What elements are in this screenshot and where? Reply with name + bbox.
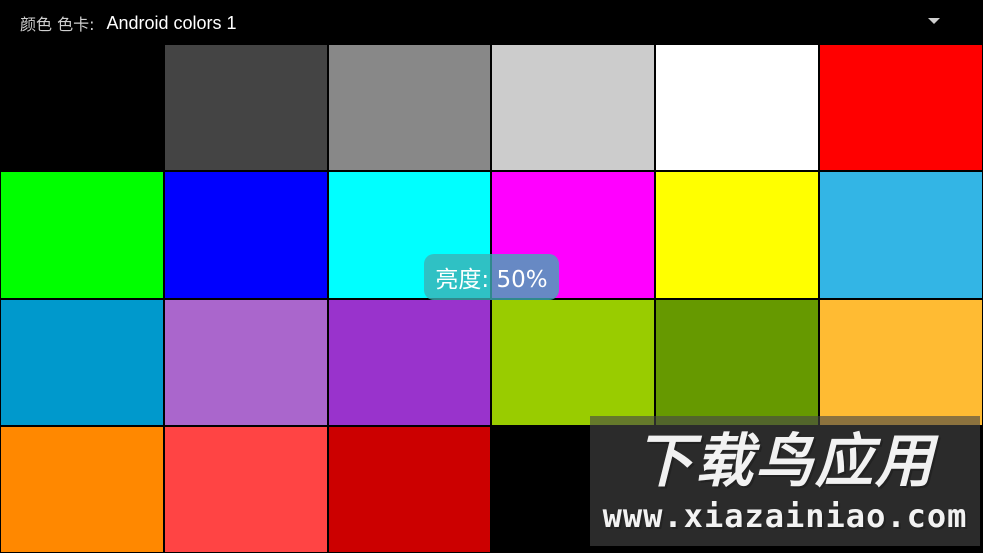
- palette-selector-value[interactable]: Android colors 1: [106, 13, 236, 34]
- swatch-holo-purple-light[interactable]: [164, 299, 327, 425]
- swatch-holo-blue-dark[interactable]: [1, 299, 163, 425]
- watermark-title: 下载鸟应用: [634, 427, 935, 495]
- swatch-red[interactable]: [820, 45, 982, 171]
- swatch-white[interactable]: [656, 45, 819, 171]
- swatch-holo-orange-light[interactable]: [820, 299, 982, 425]
- swatch-holo-green-light[interactable]: [492, 299, 655, 425]
- palette-selector-label: 颜色 色卡:: [20, 15, 95, 34]
- swatch-holo-orange-dark[interactable]: [1, 426, 163, 552]
- swatch-holo-green-dark[interactable]: [656, 299, 819, 425]
- swatch-holo-red-dark[interactable]: [328, 426, 491, 552]
- swatch-black[interactable]: [1, 45, 163, 171]
- swatch-holo-purple-dark[interactable]: [328, 299, 491, 425]
- swatch-holo-red-light[interactable]: [164, 426, 327, 552]
- swatch-blue[interactable]: [164, 172, 327, 298]
- swatch-light-gray[interactable]: [492, 45, 655, 171]
- swatch-gray[interactable]: [328, 45, 491, 171]
- brightness-toast: 亮度: 50%: [424, 254, 559, 300]
- palette-selector-bar[interactable]: 颜色 色卡: Android colors 1: [0, 0, 983, 46]
- swatch-dark-gray[interactable]: [164, 45, 327, 171]
- color-card-screen: 颜色 色卡: Android colors 1 亮度: 50% 下载鸟应用 ww…: [0, 0, 983, 553]
- dropdown-arrow-icon[interactable]: [928, 18, 940, 24]
- watermark-url: www.xiazainiao.com: [602, 497, 968, 535]
- watermark-logo: 下载鸟应用 www.xiazainiao.com: [590, 416, 980, 546]
- swatch-green[interactable]: [1, 172, 163, 298]
- swatch-holo-blue-light[interactable]: [820, 172, 982, 298]
- swatch-yellow[interactable]: [656, 172, 819, 298]
